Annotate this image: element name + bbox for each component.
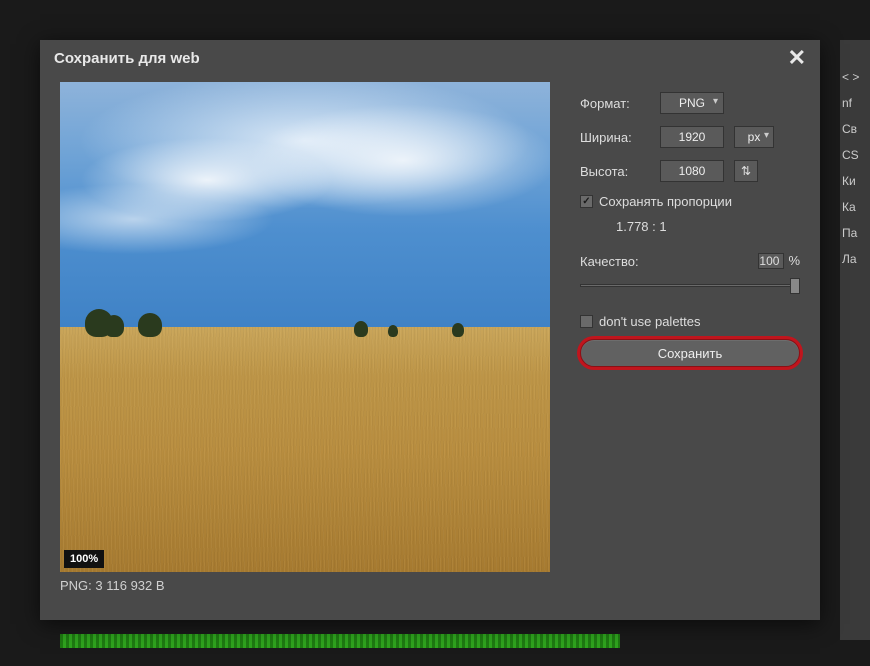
save-for-web-dialog: Сохранить для web ✕ xyxy=(40,40,820,620)
swap-dimensions-button[interactable]: ⇅ xyxy=(734,160,758,182)
width-unit-value: px xyxy=(748,127,761,144)
swap-icon: ⇅ xyxy=(741,164,751,178)
width-row: Ширина: 1920 px xyxy=(580,126,800,148)
palettes-label: don't use palettes xyxy=(599,314,701,329)
quality-input[interactable]: 100 xyxy=(758,253,784,269)
width-input[interactable]: 1920 xyxy=(660,126,724,148)
bg-item: Ка xyxy=(840,200,870,214)
quality-slider[interactable] xyxy=(580,276,800,296)
format-row: Формат: PNG xyxy=(580,92,800,114)
format-label: Формат: xyxy=(580,96,650,111)
keep-ratio-label: Сохранять пропорции xyxy=(599,194,732,209)
quality-percent: % xyxy=(788,253,800,268)
format-value: PNG xyxy=(679,93,705,110)
bg-item: Ла xyxy=(840,252,870,266)
keep-ratio-checkbox[interactable] xyxy=(580,195,593,208)
controls-column: Формат: PNG Ширина: 1920 px Высота: 1080… xyxy=(580,82,800,593)
preview-column: 100% PNG: 3 116 932 B xyxy=(60,82,550,593)
preview-image xyxy=(60,82,550,572)
bg-item: nf xyxy=(840,96,870,110)
preview-frame[interactable]: 100% xyxy=(60,82,550,572)
background-right-panel: < > nf Св CS Ки Ка Па Ла xyxy=(840,40,870,640)
bg-item: CS xyxy=(840,148,870,162)
bg-item: < > xyxy=(840,70,870,84)
palettes-row[interactable]: don't use palettes xyxy=(580,314,800,329)
quality-label: Качество: xyxy=(580,254,639,269)
height-label: Высота: xyxy=(580,164,650,179)
dialog-title: Сохранить для web xyxy=(54,50,200,67)
width-unit-select[interactable]: px xyxy=(734,126,774,148)
width-label: Ширина: xyxy=(580,130,650,145)
save-button[interactable]: Сохранить xyxy=(580,339,800,367)
quality-value-wrap: 100% xyxy=(758,252,800,270)
quality-row: Качество: 100% xyxy=(580,252,800,270)
height-input[interactable]: 1080 xyxy=(660,160,724,182)
close-icon[interactable]: ✕ xyxy=(788,47,806,69)
background-bottom-strip xyxy=(60,634,620,648)
save-button-label: Сохранить xyxy=(658,346,723,361)
dialog-content: 100% PNG: 3 116 932 B Формат: PNG Ширина… xyxy=(40,76,820,603)
palettes-checkbox[interactable] xyxy=(580,315,593,328)
format-select[interactable]: PNG xyxy=(660,92,724,114)
zoom-badge[interactable]: 100% xyxy=(64,550,104,568)
slider-track xyxy=(580,284,800,287)
bg-item: Па xyxy=(840,226,870,240)
file-size-info: PNG: 3 116 932 B xyxy=(60,578,550,593)
bg-item: Св xyxy=(840,122,870,136)
aspect-ratio-text: 1.778 : 1 xyxy=(616,219,800,234)
dialog-titlebar: Сохранить для web ✕ xyxy=(40,40,820,76)
slider-thumb[interactable] xyxy=(790,278,800,294)
keep-ratio-row[interactable]: Сохранять пропорции xyxy=(580,194,800,209)
height-row: Высота: 1080 ⇅ xyxy=(580,160,800,182)
bg-item: Ки xyxy=(840,174,870,188)
